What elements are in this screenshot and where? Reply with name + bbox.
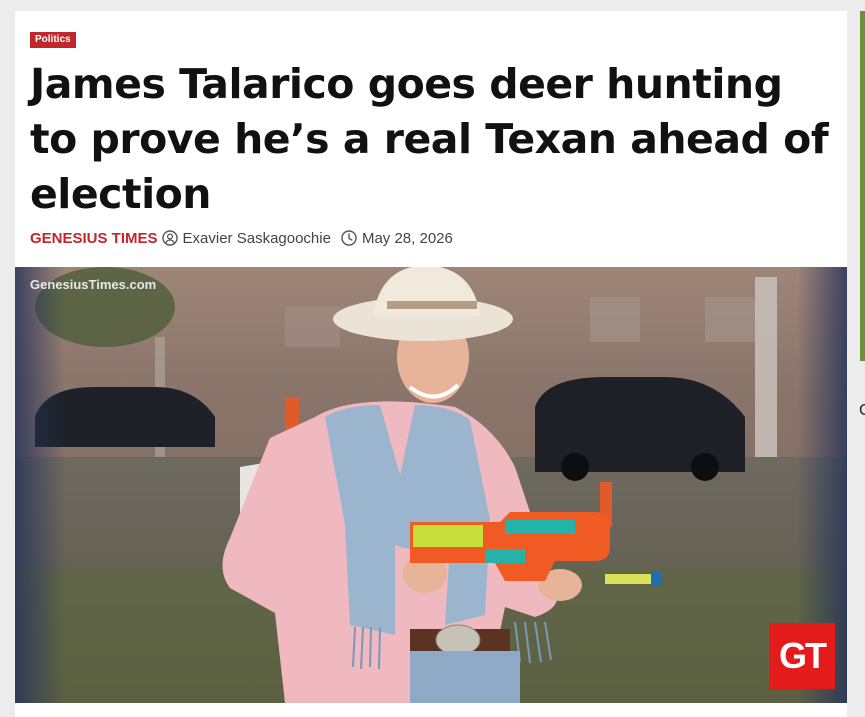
featured-image: GenesiusTimes.com GT [15, 267, 847, 703]
source-link[interactable]: GENESIUS TIMES [30, 230, 158, 247]
image-watermark: GenesiusTimes.com [30, 277, 157, 292]
author-link[interactable]: Exavier Saskagoochie [183, 230, 331, 247]
clock-icon [341, 230, 357, 246]
sidebar-text: C [859, 402, 865, 419]
photo-scene [15, 267, 847, 703]
gt-logo: GT [769, 623, 835, 689]
category-badge[interactable]: Politics [30, 32, 76, 48]
article-meta: GENESIUS TIMES Exavier Saskagoochie May … [30, 227, 453, 249]
article-card: Politics James Talarico goes deer huntin… [15, 11, 847, 717]
publish-date: May 28, 2026 [361, 229, 453, 247]
user-icon [161, 230, 178, 246]
sidebar-thumbnail[interactable] [860, 11, 865, 361]
article-title: James Talarico goes deer hunting to prov… [30, 60, 829, 218]
